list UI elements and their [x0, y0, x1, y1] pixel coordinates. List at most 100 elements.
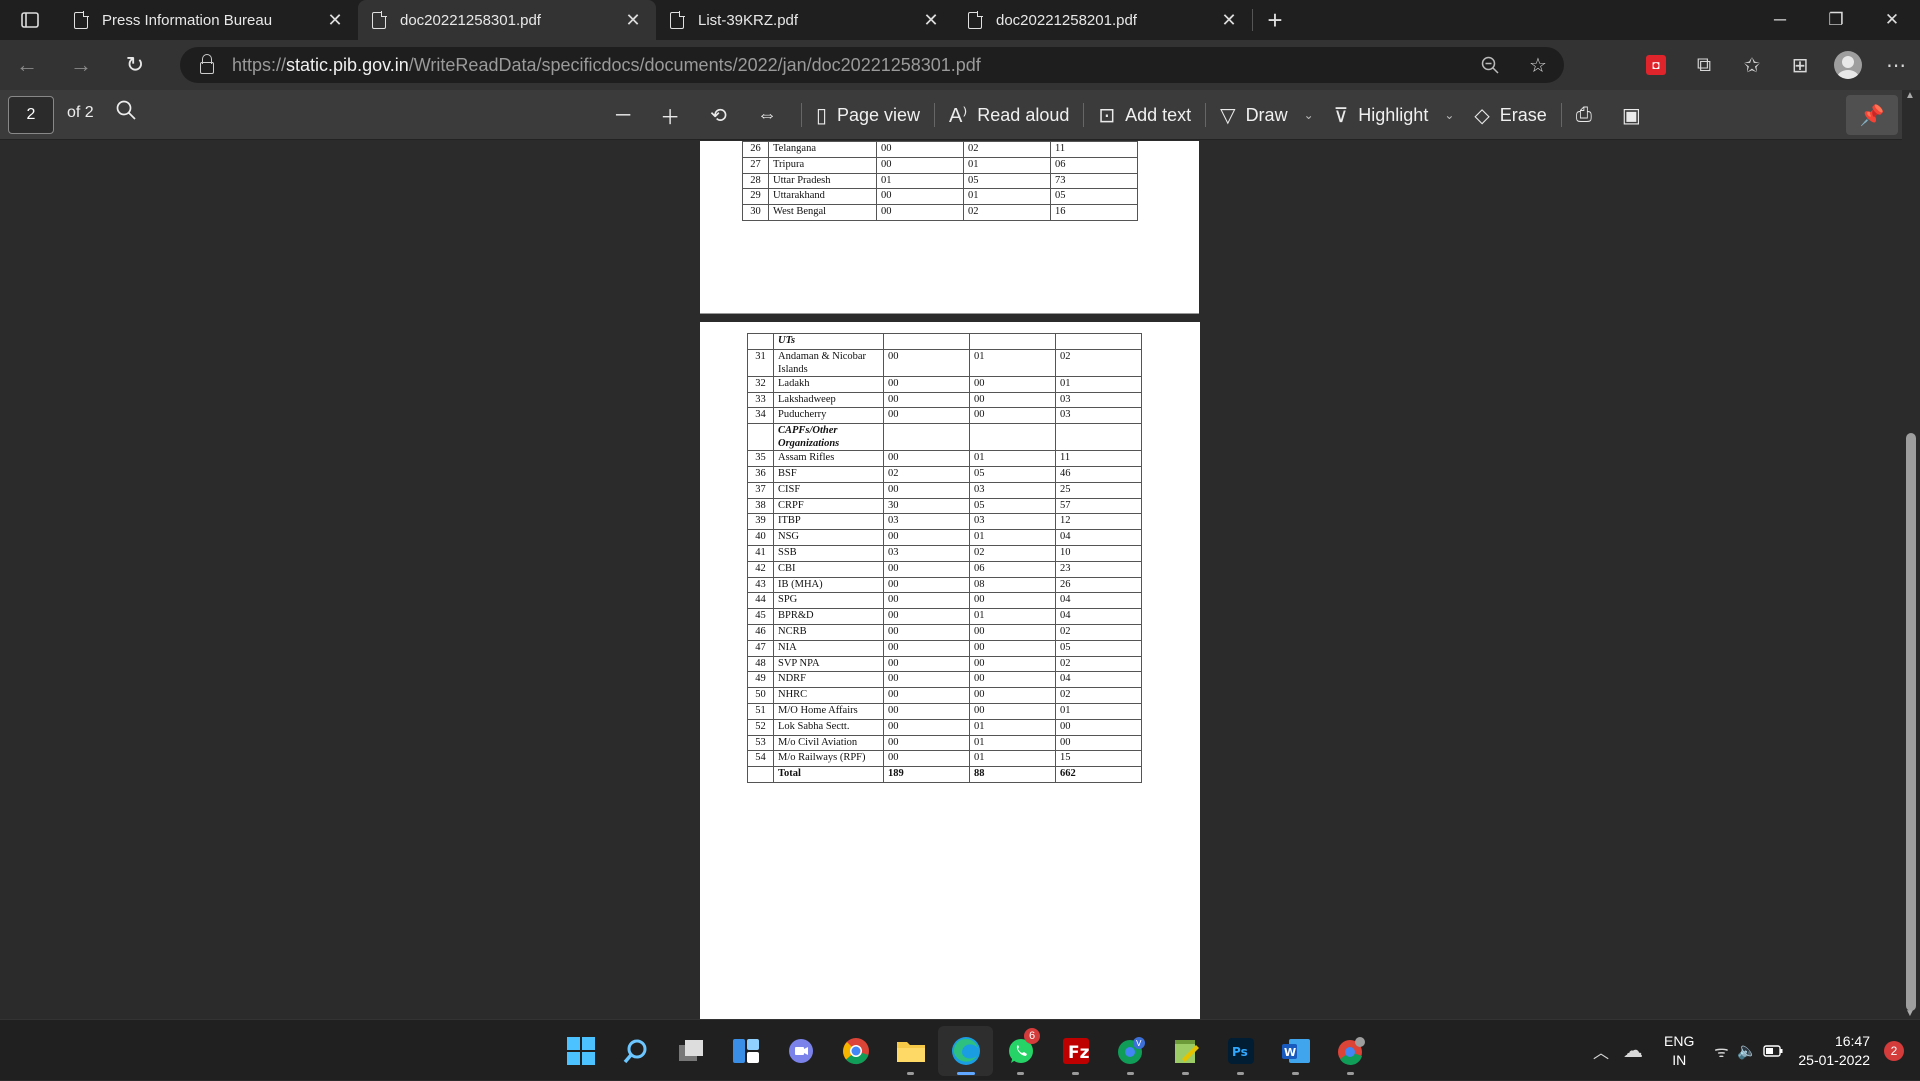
chevron-down-icon[interactable]: ⌄	[1304, 108, 1314, 122]
widgets-button[interactable]	[718, 1026, 773, 1076]
search-button[interactable]	[608, 1026, 663, 1076]
print-button[interactable]: ⎙	[1566, 95, 1612, 135]
settings-more-icon[interactable]: ⋯	[1872, 45, 1920, 85]
row-value: 23	[1055, 560, 1142, 578]
pin-toolbar-button[interactable]: 📌	[1846, 95, 1898, 135]
row-value: 00	[883, 639, 970, 657]
collections-icon[interactable]: ⊞	[1776, 45, 1824, 85]
page-number-input[interactable]: 2	[8, 96, 54, 134]
row-serial: 53	[747, 734, 774, 752]
row-value: 04	[1055, 529, 1142, 546]
read-aloud-button[interactable]: A⁾ Read aloud	[939, 95, 1079, 135]
onedrive-icon[interactable]: ☁	[1616, 1031, 1650, 1071]
photoshop-button[interactable]: Ps	[1213, 1026, 1268, 1076]
extension-icon[interactable]: ◘	[1632, 45, 1680, 85]
clock[interactable]: 16:47 25-01-2022	[1798, 1032, 1870, 1070]
pdf-viewer[interactable]: 26 Telangana 00 02 11 27 Tripura 00 01 06 28 Uttar …	[0, 141, 1900, 1019]
chrome-dev-button[interactable]	[1323, 1026, 1378, 1076]
plus-icon: ＋	[660, 106, 681, 129]
zoom-out-button[interactable]: ─	[606, 95, 650, 135]
tab-list-39krz[interactable]: List-39KRZ.pdf ✕	[656, 0, 954, 40]
highlight-button[interactable]: ⊽ Highlight ⌄	[1324, 95, 1465, 135]
tab-press-information-bureau[interactable]: Press Information Bureau ✕	[60, 0, 358, 40]
row-name-line: Telangana	[773, 143, 816, 154]
row-value: 12	[1055, 513, 1142, 531]
row-serial: 44	[747, 592, 774, 610]
teams-chat-button[interactable]	[773, 1026, 828, 1076]
avatar	[1834, 51, 1862, 79]
row-name-line: BSF	[778, 467, 797, 479]
row-name-line: Islands	[778, 363, 808, 375]
zoom-icon[interactable]	[1466, 45, 1514, 85]
row-serial: 27	[742, 156, 769, 174]
table-row: 37 CISF 00 03 25	[747, 481, 1142, 499]
favorites-icon[interactable]: ✩	[1728, 45, 1776, 85]
draw-button[interactable]: ▽ Draw ⌄	[1210, 95, 1323, 135]
refresh-button[interactable]: ↻	[108, 45, 162, 85]
start-button[interactable]	[553, 1026, 608, 1076]
minimize-button[interactable]: ─	[1752, 0, 1808, 40]
chevron-down-icon[interactable]: ⌄	[1444, 108, 1454, 122]
table-row: 44 SPG 00 00 04	[747, 592, 1142, 610]
close-icon[interactable]: ✕	[622, 10, 644, 31]
add-favorite-icon[interactable]: ☆	[1514, 45, 1562, 85]
row-value: 00	[969, 671, 1056, 689]
edge-button[interactable]	[938, 1025, 993, 1076]
whatsapp-button[interactable]: 6	[993, 1026, 1048, 1076]
pdf-page-2: UTs 31 Andaman & Nicobar Islands 00 01 02 32 Lad…	[700, 322, 1200, 1019]
tab-actions-menu-button[interactable]	[0, 0, 60, 40]
word-button[interactable]: W	[1268, 1026, 1323, 1076]
row-value: 662	[1055, 766, 1142, 783]
notification-badge[interactable]: 2	[1884, 1040, 1904, 1061]
fit-width-button[interactable]: ⇔	[747, 95, 797, 135]
chrome-button[interactable]	[828, 1026, 883, 1076]
find-in-document-icon[interactable]	[116, 100, 136, 125]
close-icon[interactable]: ✕	[1218, 10, 1240, 31]
battery-icon[interactable]	[1760, 1031, 1786, 1071]
url-field[interactable]: https://static.pib.gov.in/WriteReadData/…	[180, 47, 1564, 83]
restore-button[interactable]: ❐	[1808, 0, 1864, 40]
add-text-button[interactable]: ⊡ Add text	[1088, 95, 1201, 135]
row-value: 03	[1055, 391, 1142, 409]
row-value: 01	[969, 450, 1056, 467]
row-value: 04	[1055, 592, 1142, 610]
page-view-button[interactable]: ▯ Page view	[806, 95, 930, 135]
vertical-scrollbar[interactable]: ▲ ▼	[1902, 90, 1920, 1019]
rotate-button[interactable]: ⟲	[700, 95, 747, 135]
filezilla-button[interactable]: Fz	[1048, 1026, 1103, 1076]
row-value: 00	[969, 639, 1056, 657]
save-button[interactable]: ▣	[1612, 95, 1661, 135]
file-explorer-button[interactable]	[883, 1026, 938, 1076]
read-aloud-label: Read aloud	[977, 104, 1070, 125]
table-row: CAPFs/Other Organizations	[747, 423, 1142, 452]
wifi-icon[interactable]: ᯤ	[1708, 1031, 1734, 1071]
row-value: 00	[876, 141, 964, 158]
current-page-value: 2	[26, 106, 36, 123]
scroll-up-icon[interactable]: ▲	[1905, 90, 1915, 101]
forward-button[interactable]: →	[54, 45, 108, 85]
system-tray: ︿ ☁ ENG IN ᯤ 🔈 16:47 25-01-2022 2	[1586, 1020, 1920, 1081]
table-row: 36 BSF 02 05 46	[747, 465, 1142, 483]
new-tab-button[interactable]: +	[1253, 5, 1297, 36]
language-indicator[interactable]: ENG IN	[1664, 1032, 1694, 1070]
tab-doc20221258201[interactable]: doc20221258201.pdf ✕	[954, 0, 1252, 40]
row-name: CAPFs/Other Organizations	[773, 423, 884, 452]
tab-doc20221258301[interactable]: doc20221258301.pdf ✕	[358, 0, 656, 40]
chrome-profile-button[interactable]: V	[1103, 1026, 1158, 1076]
erase-button[interactable]: ◇ Erase	[1464, 95, 1556, 135]
close-icon[interactable]: ✕	[324, 10, 346, 31]
chevron-up-icon[interactable]: ︿	[1586, 1031, 1616, 1071]
svg-text:Fz: Fz	[1068, 1043, 1090, 1063]
notepad-plus-button[interactable]	[1158, 1026, 1213, 1076]
row-name-line: CBI	[778, 562, 796, 574]
profile-button[interactable]	[1824, 45, 1872, 85]
extensions-puzzle-icon[interactable]: ⧉	[1680, 45, 1728, 85]
zoom-in-button[interactable]: ＋	[650, 95, 700, 135]
volume-icon[interactable]: 🔈	[1734, 1031, 1760, 1071]
task-view-button[interactable]	[663, 1026, 718, 1076]
close-icon[interactable]: ✕	[920, 10, 942, 31]
scroll-down-icon[interactable]: ▼	[1905, 1008, 1915, 1019]
back-button[interactable]: ←	[0, 45, 54, 85]
close-window-button[interactable]: ✕	[1864, 0, 1920, 40]
scrollbar-thumb[interactable]	[1906, 433, 1916, 1011]
